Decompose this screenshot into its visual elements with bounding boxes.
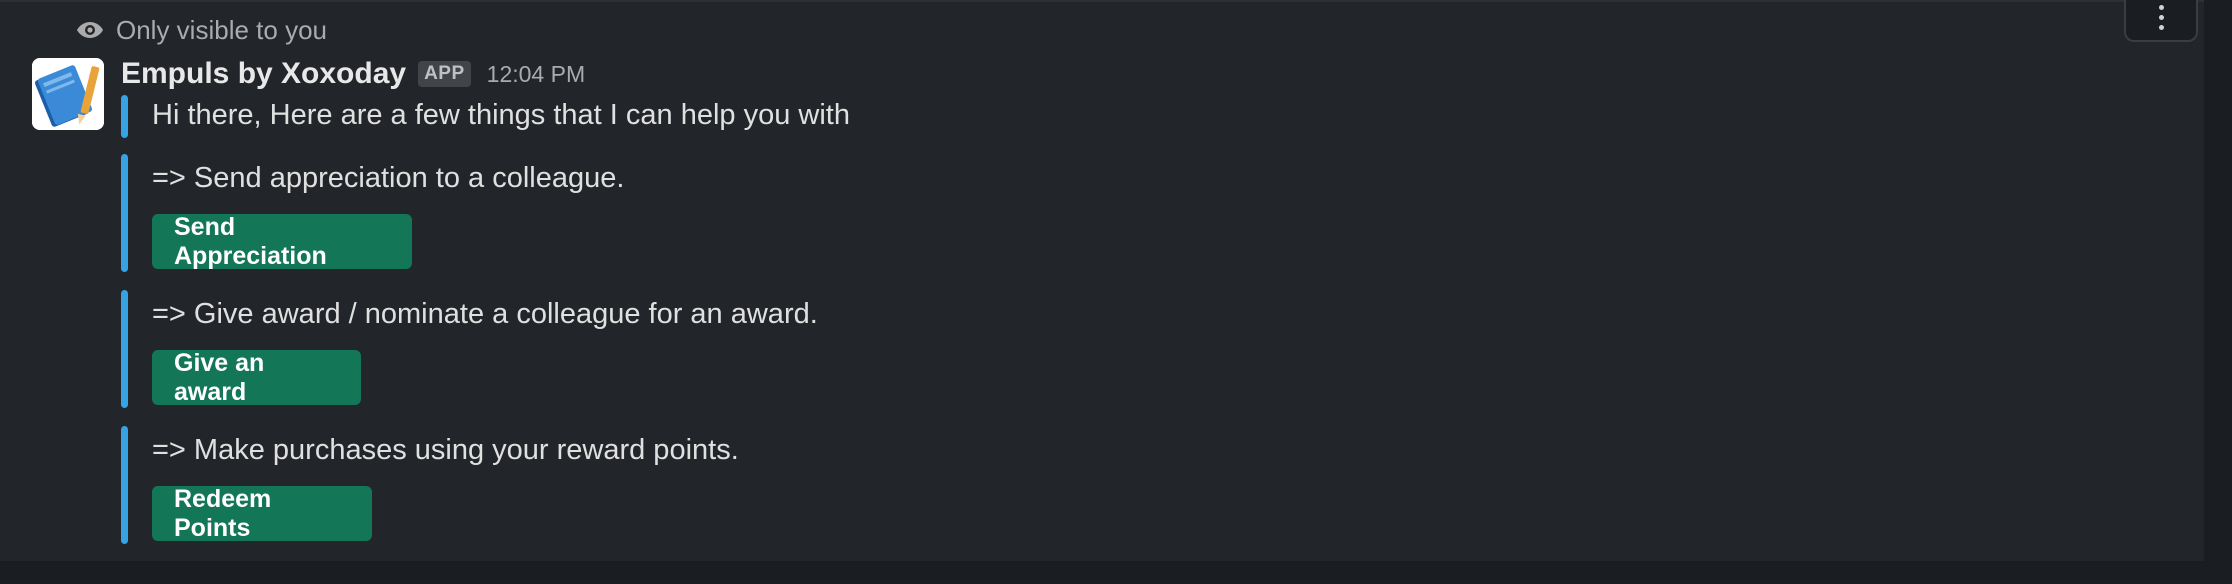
attachment-bar: [121, 154, 128, 272]
avatar[interactable]: [32, 58, 104, 130]
sender-name[interactable]: Empuls by Xoxoday: [121, 57, 406, 91]
bottom-divider: [0, 561, 2204, 584]
redeem-points-button[interactable]: Redeem Points: [152, 485, 372, 542]
blue-book-pencil-icon: [32, 58, 104, 130]
app-badge: APP: [418, 61, 471, 87]
give-award-button[interactable]: Give an award: [152, 349, 361, 406]
attachment-bar: [121, 95, 128, 138]
visibility-notice: Only visible to you: [76, 14, 327, 46]
visibility-text: Only visible to you: [116, 14, 327, 45]
redeem-text: => Make purchases using your reward poin…: [152, 434, 739, 466]
more-actions-button[interactable]: [2124, 0, 2198, 42]
top-divider: [0, 0, 2204, 2]
eye-icon: [77, 22, 103, 38]
appreciation-text: => Send appreciation to a colleague.: [152, 162, 625, 194]
award-text: => Give award / nominate a colleague for…: [152, 298, 818, 330]
attachment-bar: [121, 426, 128, 544]
scrollbar-track[interactable]: [2204, 0, 2232, 584]
message-header: Empuls by Xoxoday APP 12:04 PM: [121, 54, 585, 94]
more-vertical-icon: [2158, 4, 2164, 30]
send-appreciation-button[interactable]: Send Appreciation: [152, 213, 412, 270]
message-timestamp[interactable]: 12:04 PM: [487, 61, 585, 88]
intro-text: Hi there, Here are a few things that I c…: [152, 99, 850, 131]
attachment-bar: [121, 290, 128, 408]
